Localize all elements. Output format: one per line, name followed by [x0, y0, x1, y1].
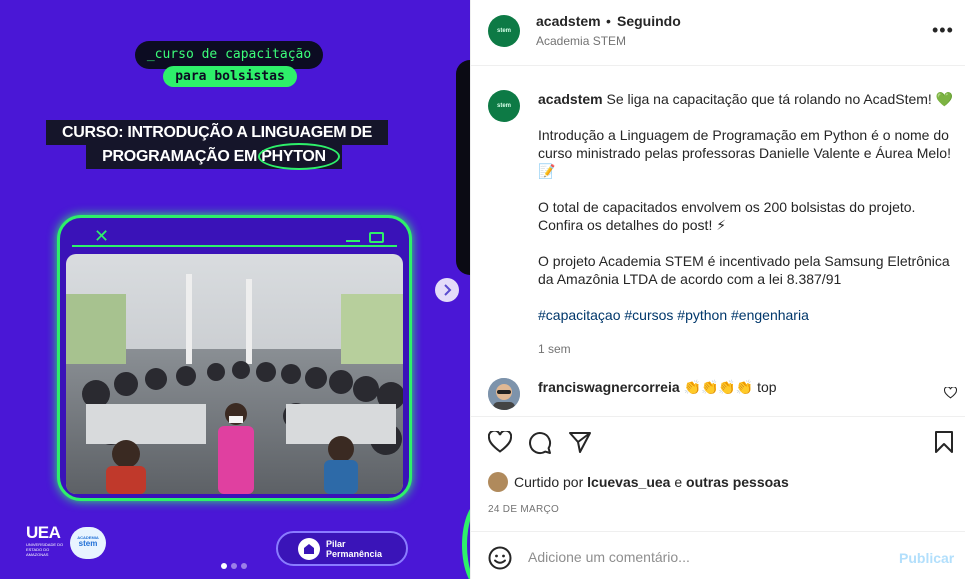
frame-divider [72, 245, 397, 247]
comment-body: 👏👏👏👏 top [683, 379, 777, 395]
action-bar [471, 416, 965, 468]
avatar[interactable]: stem [488, 90, 520, 122]
comment-like-heart-icon[interactable] [943, 386, 958, 404]
carousel-dot [221, 563, 227, 569]
likes-conj: e [674, 474, 683, 490]
comment-text: franciswagnercorreia 👏👏👏👏 top [538, 379, 777, 396]
post-media-carousel[interactable]: _curso de capacitação para bolsistas CUR… [0, 0, 470, 579]
close-icon: ✕ [94, 226, 110, 247]
carousel-dot [231, 563, 237, 569]
building-icon [298, 537, 320, 560]
post-header: stem acadstem • Seguindo Academia STEM •… [471, 0, 965, 66]
caption-body: acadstem Se liga na capacitação que tá r… [538, 90, 956, 358]
comment-username[interactable]: franciswagnercorreia [538, 379, 680, 395]
caption-paragraph: Introdução a Linguagem de Programação em… [538, 127, 951, 179]
uea-logo-subtext: UNIVERSIDADE DO ESTADO DO AMAZONAS [26, 542, 64, 557]
separator-dot: • [606, 13, 611, 29]
decorative-ring [462, 500, 470, 579]
caption-paragraph: O total de capacitados envolvem os 200 b… [538, 199, 916, 233]
next-slide-preview [456, 60, 470, 275]
header-subtitle: Academia STEM [536, 34, 627, 48]
likes-prefix: Curtido por [514, 474, 584, 490]
maximize-icon [369, 232, 384, 243]
post-details-panel: stem acadstem • Seguindo Academia STEM •… [470, 0, 965, 579]
course-pill-label: _curso de capacitação [135, 41, 323, 69]
avatar[interactable] [488, 378, 520, 410]
course-title-line1: CURSO: INTRODUÇÃO A LINGUAGEM DE [46, 120, 388, 145]
minimize-icon [346, 240, 360, 242]
emoji-icon[interactable] [488, 546, 512, 575]
comment-bubble-icon[interactable] [528, 431, 552, 460]
pilar-label-line1: Pilar [326, 538, 346, 549]
save-bookmark-icon[interactable] [934, 431, 954, 458]
chevron-right-icon [444, 284, 452, 296]
uea-logo-text: UEA [26, 523, 61, 542]
next-slide-button[interactable] [435, 278, 459, 302]
comment-row: franciswagnercorreia 👏👏👏👏 top [471, 376, 965, 416]
carousel-dot [241, 563, 247, 569]
share-send-icon[interactable] [568, 431, 592, 458]
scholarship-pill-label: para bolsistas [163, 66, 297, 87]
carousel-indicator [221, 563, 247, 569]
academia-stem-logo: ACADEMIA stem [70, 527, 106, 559]
avatar-label: stem [496, 103, 511, 109]
like-heart-icon[interactable] [487, 429, 513, 458]
stem-logo-text: stem [78, 539, 98, 548]
uea-logo: UEA UNIVERSIDADE DO ESTADO DO AMAZONAS [26, 523, 66, 558]
avatar[interactable]: stem [488, 15, 520, 47]
highlight-ring [258, 143, 340, 170]
likes-others[interactable]: outras pessoas [686, 474, 789, 490]
hashtag-links[interactable]: #capacitaçao #cursos #python #engenharia [538, 306, 956, 324]
pilar-permanencia-badge: Pilar Permanência [276, 531, 408, 566]
header-username[interactable]: acadstem [536, 13, 601, 29]
add-comment-bar: Publicar [471, 531, 965, 579]
window-frame: ✕ [57, 215, 412, 501]
comment-input[interactable] [528, 546, 888, 568]
more-options-icon[interactable]: ••• [932, 20, 954, 41]
publish-button[interactable]: Publicar [899, 550, 954, 566]
avatar-label: stem [496, 28, 511, 34]
following-button[interactable]: Seguindo [617, 13, 681, 29]
likes-summary: Curtido por lcuevas_uea e outras pessoas [488, 472, 789, 492]
caption-section: stem acadstem Se liga na capacitação que… [471, 66, 965, 416]
caption-timestamp[interactable]: 1 sem [538, 340, 956, 358]
avatar[interactable] [488, 472, 508, 492]
pilar-label-line2: Permanência [326, 548, 383, 559]
caption-paragraph: O projeto Academia STEM é incentivado pe… [538, 253, 950, 287]
caption-line1: Se liga na capacitação que tá rolando no… [606, 91, 954, 107]
post-date[interactable]: 24 DE MARÇO [488, 504, 559, 515]
classroom-photo [66, 254, 403, 494]
likes-user[interactable]: lcuevas_uea [587, 474, 670, 490]
caption-username[interactable]: acadstem [538, 91, 603, 107]
